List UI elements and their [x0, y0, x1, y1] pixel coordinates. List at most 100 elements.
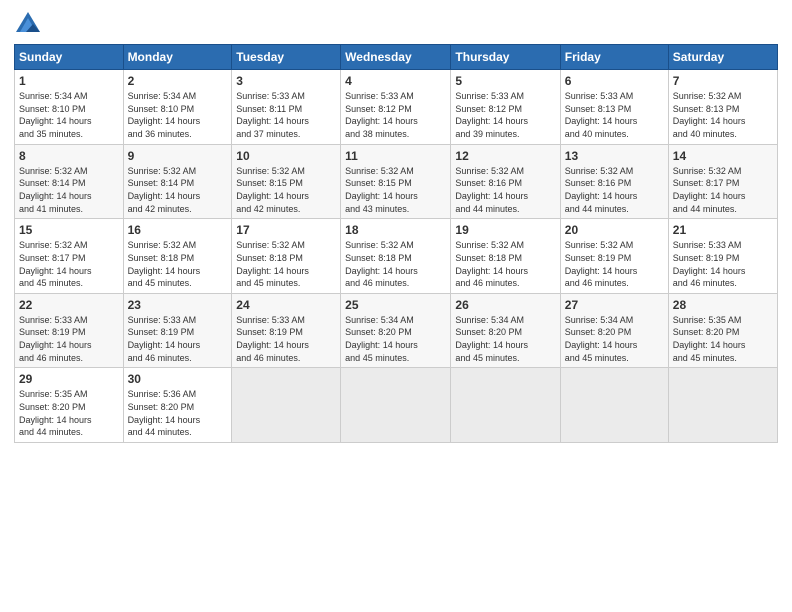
calendar-cell: 28Sunrise: 5:35 AM Sunset: 8:20 PM Dayli… — [668, 293, 777, 368]
calendar-cell: 19Sunrise: 5:32 AM Sunset: 8:18 PM Dayli… — [451, 219, 560, 294]
calendar-cell: 10Sunrise: 5:32 AM Sunset: 8:15 PM Dayli… — [232, 144, 341, 219]
day-info: Sunrise: 5:32 AM Sunset: 8:18 PM Dayligh… — [236, 239, 336, 289]
calendar-cell — [668, 368, 777, 443]
day-number: 24 — [236, 297, 336, 313]
day-info: Sunrise: 5:32 AM Sunset: 8:18 PM Dayligh… — [455, 239, 555, 289]
col-tuesday: Tuesday — [232, 45, 341, 70]
calendar-table: Sunday Monday Tuesday Wednesday Thursday… — [14, 44, 778, 443]
day-info: Sunrise: 5:32 AM Sunset: 8:16 PM Dayligh… — [565, 165, 664, 215]
calendar-cell: 9Sunrise: 5:32 AM Sunset: 8:14 PM Daylig… — [123, 144, 232, 219]
calendar-cell: 24Sunrise: 5:33 AM Sunset: 8:19 PM Dayli… — [232, 293, 341, 368]
day-info: Sunrise: 5:34 AM Sunset: 8:20 PM Dayligh… — [565, 314, 664, 364]
day-info: Sunrise: 5:35 AM Sunset: 8:20 PM Dayligh… — [673, 314, 773, 364]
day-info: Sunrise: 5:32 AM Sunset: 8:17 PM Dayligh… — [673, 165, 773, 215]
day-number: 28 — [673, 297, 773, 313]
day-number: 11 — [345, 148, 446, 164]
day-info: Sunrise: 5:34 AM Sunset: 8:20 PM Dayligh… — [455, 314, 555, 364]
calendar-week-2: 8Sunrise: 5:32 AM Sunset: 8:14 PM Daylig… — [15, 144, 778, 219]
calendar-cell — [232, 368, 341, 443]
day-number: 1 — [19, 73, 119, 89]
calendar-week-1: 1Sunrise: 5:34 AM Sunset: 8:10 PM Daylig… — [15, 70, 778, 145]
col-friday: Friday — [560, 45, 668, 70]
calendar-cell: 16Sunrise: 5:32 AM Sunset: 8:18 PM Dayli… — [123, 219, 232, 294]
day-info: Sunrise: 5:35 AM Sunset: 8:20 PM Dayligh… — [19, 388, 119, 438]
calendar-cell: 8Sunrise: 5:32 AM Sunset: 8:14 PM Daylig… — [15, 144, 124, 219]
day-info: Sunrise: 5:34 AM Sunset: 8:10 PM Dayligh… — [128, 90, 228, 140]
col-saturday: Saturday — [668, 45, 777, 70]
day-info: Sunrise: 5:33 AM Sunset: 8:12 PM Dayligh… — [345, 90, 446, 140]
day-info: Sunrise: 5:32 AM Sunset: 8:14 PM Dayligh… — [19, 165, 119, 215]
calendar-cell: 26Sunrise: 5:34 AM Sunset: 8:20 PM Dayli… — [451, 293, 560, 368]
day-number: 15 — [19, 222, 119, 238]
calendar-cell: 21Sunrise: 5:33 AM Sunset: 8:19 PM Dayli… — [668, 219, 777, 294]
day-info: Sunrise: 5:34 AM Sunset: 8:20 PM Dayligh… — [345, 314, 446, 364]
calendar-cell: 20Sunrise: 5:32 AM Sunset: 8:19 PM Dayli… — [560, 219, 668, 294]
day-number: 16 — [128, 222, 228, 238]
calendar-cell: 17Sunrise: 5:32 AM Sunset: 8:18 PM Dayli… — [232, 219, 341, 294]
calendar-cell: 23Sunrise: 5:33 AM Sunset: 8:19 PM Dayli… — [123, 293, 232, 368]
day-info: Sunrise: 5:33 AM Sunset: 8:19 PM Dayligh… — [673, 239, 773, 289]
calendar-cell: 30Sunrise: 5:36 AM Sunset: 8:20 PM Dayli… — [123, 368, 232, 443]
day-number: 27 — [565, 297, 664, 313]
col-thursday: Thursday — [451, 45, 560, 70]
day-info: Sunrise: 5:33 AM Sunset: 8:12 PM Dayligh… — [455, 90, 555, 140]
day-number: 22 — [19, 297, 119, 313]
day-number: 5 — [455, 73, 555, 89]
day-info: Sunrise: 5:33 AM Sunset: 8:19 PM Dayligh… — [19, 314, 119, 364]
calendar-cell: 25Sunrise: 5:34 AM Sunset: 8:20 PM Dayli… — [341, 293, 451, 368]
day-info: Sunrise: 5:33 AM Sunset: 8:19 PM Dayligh… — [236, 314, 336, 364]
day-number: 19 — [455, 222, 555, 238]
day-number: 4 — [345, 73, 446, 89]
calendar-cell: 22Sunrise: 5:33 AM Sunset: 8:19 PM Dayli… — [15, 293, 124, 368]
day-number: 17 — [236, 222, 336, 238]
header — [14, 10, 778, 38]
day-info: Sunrise: 5:32 AM Sunset: 8:18 PM Dayligh… — [128, 239, 228, 289]
calendar-cell: 1Sunrise: 5:34 AM Sunset: 8:10 PM Daylig… — [15, 70, 124, 145]
day-info: Sunrise: 5:32 AM Sunset: 8:13 PM Dayligh… — [673, 90, 773, 140]
calendar-cell — [451, 368, 560, 443]
calendar-cell: 29Sunrise: 5:35 AM Sunset: 8:20 PM Dayli… — [15, 368, 124, 443]
day-number: 10 — [236, 148, 336, 164]
calendar-cell: 5Sunrise: 5:33 AM Sunset: 8:12 PM Daylig… — [451, 70, 560, 145]
calendar-week-4: 22Sunrise: 5:33 AM Sunset: 8:19 PM Dayli… — [15, 293, 778, 368]
calendar-cell: 14Sunrise: 5:32 AM Sunset: 8:17 PM Dayli… — [668, 144, 777, 219]
page: Sunday Monday Tuesday Wednesday Thursday… — [0, 0, 792, 612]
day-info: Sunrise: 5:32 AM Sunset: 8:15 PM Dayligh… — [345, 165, 446, 215]
day-info: Sunrise: 5:33 AM Sunset: 8:19 PM Dayligh… — [128, 314, 228, 364]
day-info: Sunrise: 5:34 AM Sunset: 8:10 PM Dayligh… — [19, 90, 119, 140]
day-number: 2 — [128, 73, 228, 89]
day-number: 8 — [19, 148, 119, 164]
day-number: 3 — [236, 73, 336, 89]
day-number: 13 — [565, 148, 664, 164]
col-monday: Monday — [123, 45, 232, 70]
day-number: 30 — [128, 371, 228, 387]
calendar-week-3: 15Sunrise: 5:32 AM Sunset: 8:17 PM Dayli… — [15, 219, 778, 294]
calendar-cell: 11Sunrise: 5:32 AM Sunset: 8:15 PM Dayli… — [341, 144, 451, 219]
day-info: Sunrise: 5:32 AM Sunset: 8:17 PM Dayligh… — [19, 239, 119, 289]
day-info: Sunrise: 5:33 AM Sunset: 8:13 PM Dayligh… — [565, 90, 664, 140]
logo-icon — [14, 10, 42, 38]
day-number: 18 — [345, 222, 446, 238]
header-row: Sunday Monday Tuesday Wednesday Thursday… — [15, 45, 778, 70]
calendar-cell: 7Sunrise: 5:32 AM Sunset: 8:13 PM Daylig… — [668, 70, 777, 145]
col-sunday: Sunday — [15, 45, 124, 70]
day-number: 7 — [673, 73, 773, 89]
calendar-cell — [341, 368, 451, 443]
day-number: 9 — [128, 148, 228, 164]
calendar-cell: 6Sunrise: 5:33 AM Sunset: 8:13 PM Daylig… — [560, 70, 668, 145]
day-number: 26 — [455, 297, 555, 313]
day-info: Sunrise: 5:32 AM Sunset: 8:19 PM Dayligh… — [565, 239, 664, 289]
day-info: Sunrise: 5:32 AM Sunset: 8:16 PM Dayligh… — [455, 165, 555, 215]
day-info: Sunrise: 5:33 AM Sunset: 8:11 PM Dayligh… — [236, 90, 336, 140]
day-number: 25 — [345, 297, 446, 313]
day-number: 12 — [455, 148, 555, 164]
calendar-week-5: 29Sunrise: 5:35 AM Sunset: 8:20 PM Dayli… — [15, 368, 778, 443]
calendar-cell: 15Sunrise: 5:32 AM Sunset: 8:17 PM Dayli… — [15, 219, 124, 294]
calendar-cell: 2Sunrise: 5:34 AM Sunset: 8:10 PM Daylig… — [123, 70, 232, 145]
day-number: 14 — [673, 148, 773, 164]
day-number: 20 — [565, 222, 664, 238]
day-info: Sunrise: 5:32 AM Sunset: 8:14 PM Dayligh… — [128, 165, 228, 215]
day-number: 23 — [128, 297, 228, 313]
calendar-cell: 3Sunrise: 5:33 AM Sunset: 8:11 PM Daylig… — [232, 70, 341, 145]
calendar-cell: 12Sunrise: 5:32 AM Sunset: 8:16 PM Dayli… — [451, 144, 560, 219]
